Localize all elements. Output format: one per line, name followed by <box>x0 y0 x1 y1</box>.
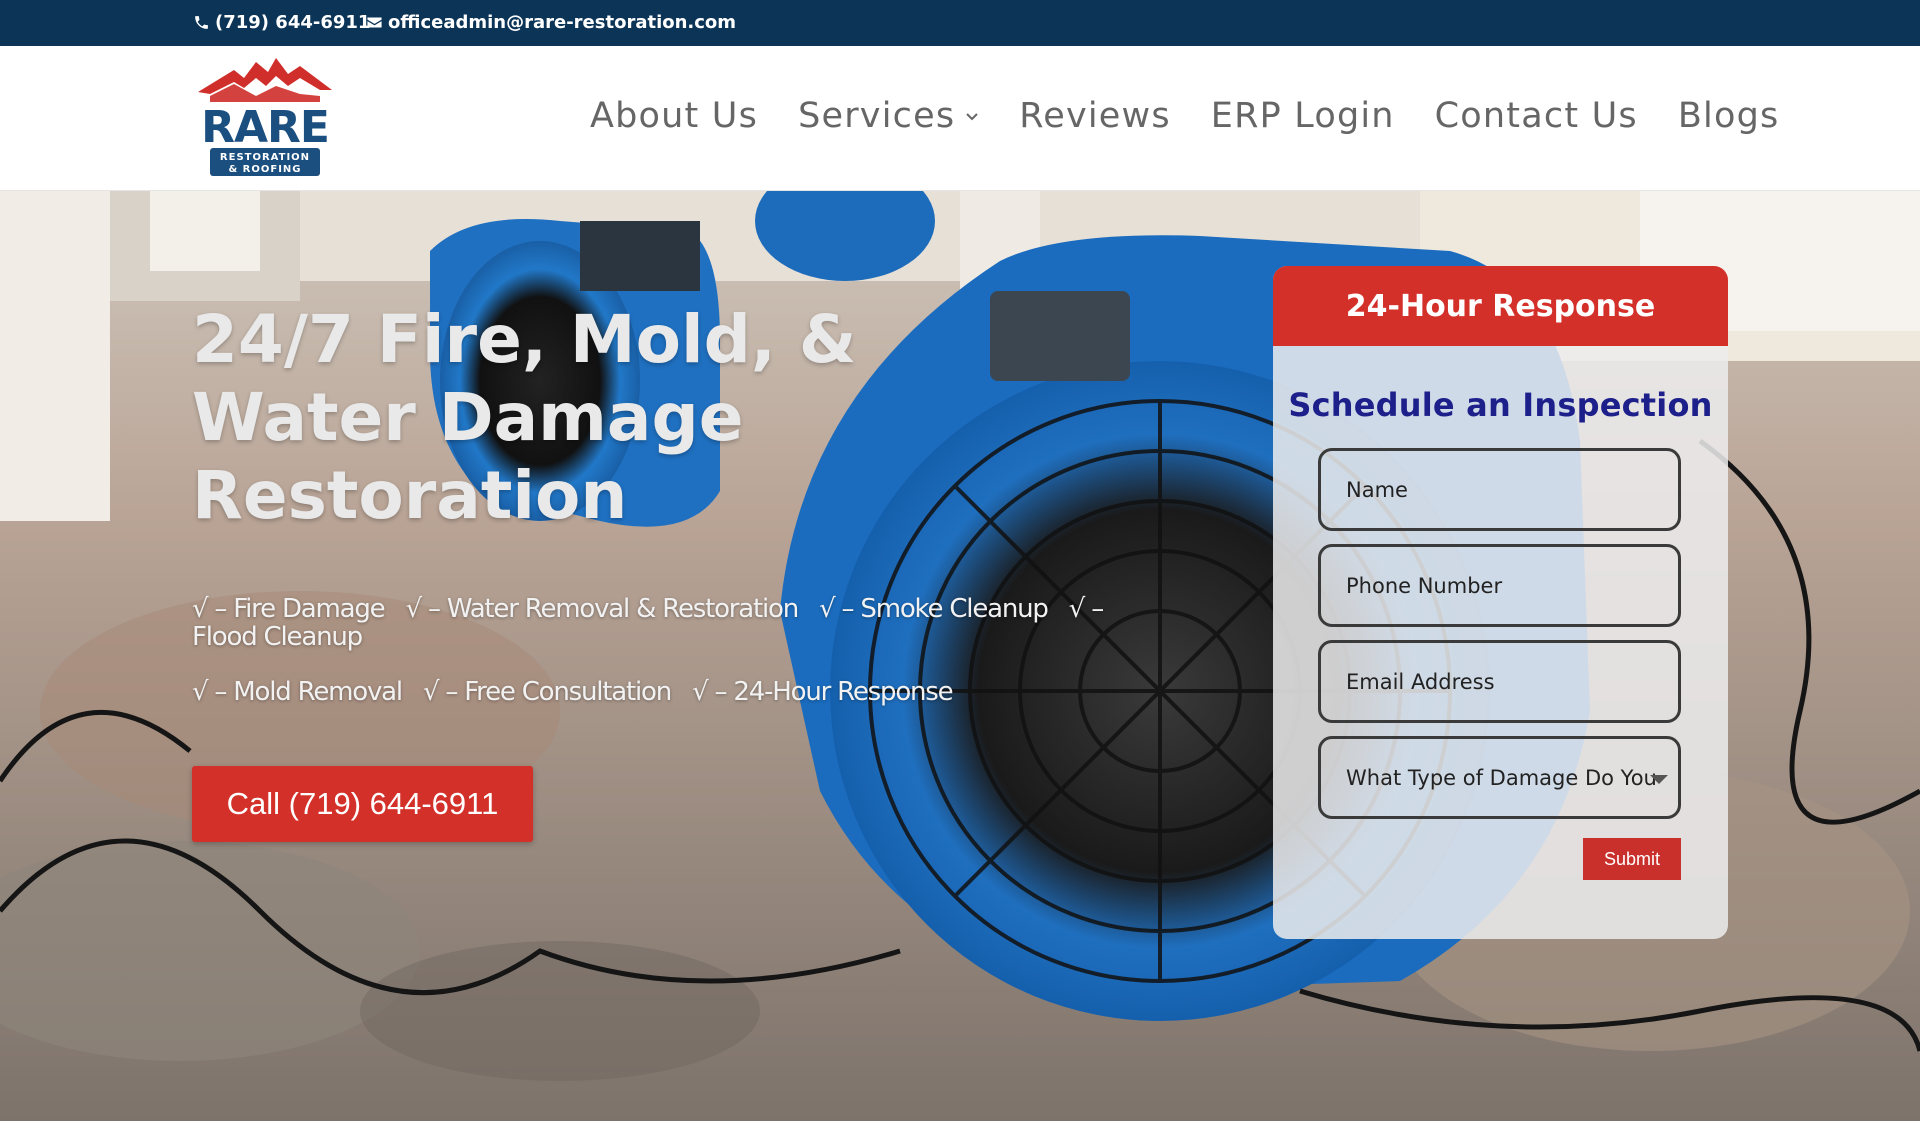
nav-erp-login[interactable]: ERP Login <box>1211 96 1395 136</box>
nav-contact-us[interactable]: Contact Us <box>1435 96 1638 136</box>
topbar-phone-text: (719) 644-6911 <box>215 12 371 33</box>
features-list: √ – Fire Damage √ – Water Removal & Rest… <box>192 595 1152 706</box>
phone-icon <box>195 16 208 29</box>
damage-type-select-value: What Type of Damage Do You <box>1346 765 1657 790</box>
form-title: Schedule an Inspection <box>1288 386 1713 424</box>
feature-free-consultation: √ – Free Consultation <box>422 677 672 707</box>
email-input[interactable]: Email Address <box>1318 640 1681 723</box>
hero-section: 24/7 Fire, Mold, & Water Damage Restorat… <box>0 191 1920 1121</box>
features-line-2: √ – Mold Removal √ – Free Consultation √… <box>192 678 1152 706</box>
rare-logo[interactable]: RARE RESTORATION & ROOFING <box>196 56 334 178</box>
name-input[interactable]: Name <box>1318 448 1681 531</box>
main-nav: About Us Services Reviews ERP Login Cont… <box>590 96 1779 136</box>
form-header: 24-Hour Response <box>1273 266 1728 346</box>
feature-mold-removal: √ – Mold Removal <box>192 677 403 707</box>
submit-button[interactable]: Submit <box>1583 838 1681 880</box>
chevron-down-icon <box>966 113 978 121</box>
nav-services[interactable]: Services <box>798 96 979 136</box>
nav-about-us[interactable]: About Us <box>590 96 758 136</box>
feature-water-removal: √ – Water Removal & Restoration <box>405 594 800 624</box>
site-header: RARE RESTORATION & ROOFING About Us Serv… <box>0 46 1920 191</box>
features-line-1: √ – Fire Damage √ – Water Removal & Rest… <box>192 595 1152 651</box>
feature-smoke-cleanup: √ – Smoke Cleanup <box>819 594 1049 624</box>
inspection-form-card: 24-Hour Response Schedule an Inspection … <box>1273 266 1728 939</box>
caret-down-icon <box>1650 775 1668 784</box>
nav-reviews[interactable]: Reviews <box>1019 96 1171 136</box>
hero-title: 24/7 Fire, Mold, & Water Damage Restorat… <box>192 301 857 534</box>
topbar-email[interactable]: officeadmin@rare-restoration.com <box>366 12 736 33</box>
logo-wordmark: RARE <box>201 102 329 153</box>
topbar-email-text: officeadmin@rare-restoration.com <box>388 12 737 33</box>
damage-type-select[interactable]: What Type of Damage Do You <box>1318 736 1681 819</box>
top-contact-bar: (719) 644-6911 officeadmin@rare-restorat… <box>0 0 1920 46</box>
logo-tagline-1: RESTORATION <box>220 152 310 163</box>
call-button[interactable]: Call (719) 644-6911 <box>192 766 533 842</box>
topbar-phone[interactable]: (719) 644-6911 <box>193 12 370 33</box>
feature-fire-damage: √ – Fire Damage <box>192 594 386 624</box>
feature-24-hour-response: √ – 24-Hour Response <box>692 677 954 707</box>
phone-input[interactable]: Phone Number <box>1318 544 1681 627</box>
envelope-icon <box>367 17 382 28</box>
nav-blogs[interactable]: Blogs <box>1678 96 1780 136</box>
logo-tagline-2: & ROOFING <box>228 164 301 175</box>
nav-services-label: Services <box>798 96 956 136</box>
